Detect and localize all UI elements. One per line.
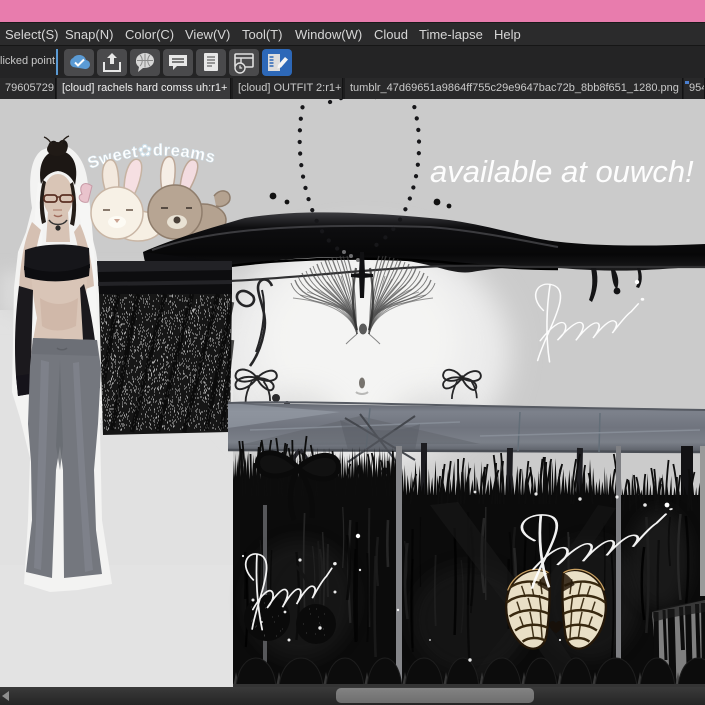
svg-text:available at ouwch!: available at ouwch! bbox=[430, 154, 694, 189]
